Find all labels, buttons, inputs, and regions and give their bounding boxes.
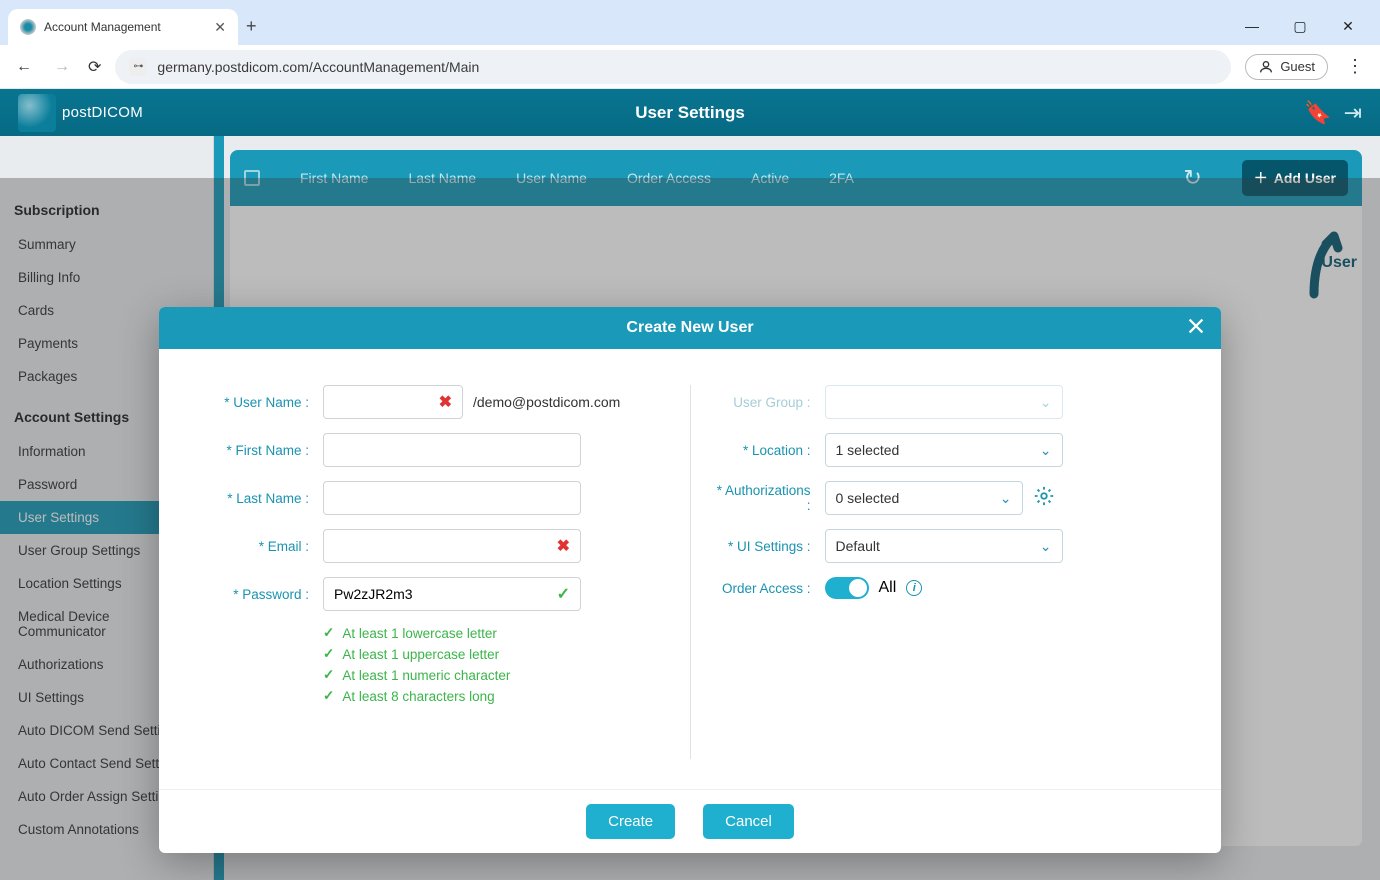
modal-title: Create New User — [626, 319, 753, 337]
pw-rule-uppercase: At least 1 uppercase letter — [323, 646, 670, 662]
modal-right-column: User Group : ⌄ * Location : 1 selected ⌄… — [691, 385, 1192, 759]
forward-button[interactable]: → — [50, 58, 74, 76]
label-first-name: * First Name : — [209, 443, 309, 458]
browser-menu-button[interactable]: ⋮ — [1342, 56, 1368, 77]
last-name-input-wrap — [323, 481, 581, 515]
profile-button[interactable]: Guest — [1245, 54, 1328, 80]
ui-settings-select[interactable]: Default ⌄ — [825, 529, 1063, 563]
close-icon — [1185, 315, 1207, 337]
app-header: postDICOM User Settings 🔖 ⇥ — [0, 89, 1380, 136]
browser-tab-bar: Account Management ✕ + — ▢ ✕ — [0, 0, 1380, 45]
back-button[interactable]: ← — [12, 58, 36, 76]
label-ui-settings: * UI Settings : — [711, 539, 811, 554]
maximize-button[interactable]: ▢ — [1288, 18, 1312, 35]
modal-header: Create New User — [159, 307, 1221, 349]
location-select[interactable]: 1 selected ⌄ — [825, 433, 1063, 467]
pw-rule-lowercase: At least 1 lowercase letter — [323, 625, 670, 641]
close-window-button[interactable]: ✕ — [1336, 18, 1360, 35]
modal-left-column: * User Name : ✖ /demo@postdicom.com * Fi… — [189, 385, 691, 759]
password-input[interactable] — [334, 578, 557, 610]
chevron-down-icon: ⌄ — [1000, 490, 1012, 507]
browser-tab[interactable]: Account Management ✕ — [8, 9, 238, 45]
error-icon: ✖ — [557, 536, 570, 556]
chevron-down-icon: ⌄ — [1040, 394, 1052, 411]
chevron-down-icon: ⌄ — [1040, 442, 1052, 459]
email-input-wrap: ✖ — [323, 529, 581, 563]
new-tab-button[interactable]: + — [246, 16, 257, 45]
brand-text: postDICOM — [62, 104, 143, 121]
person-icon — [1258, 59, 1274, 75]
order-access-toggle[interactable] — [825, 577, 869, 599]
error-icon: ✖ — [439, 392, 452, 412]
label-order-access: Order Access : — [711, 581, 811, 596]
pw-rule-numeric: At least 1 numeric character — [323, 667, 670, 683]
minimize-button[interactable]: — — [1240, 18, 1264, 35]
reload-button[interactable]: ⟳ — [88, 57, 101, 77]
user-group-select[interactable]: ⌄ — [825, 385, 1063, 419]
authorizations-select[interactable]: 0 selected ⌄ — [825, 481, 1023, 515]
authorizations-settings-button[interactable] — [1033, 485, 1055, 512]
check-icon: ✓ — [557, 584, 570, 604]
credits-icon[interactable]: 🔖 — [1304, 100, 1331, 126]
user-name-input-wrap: ✖ — [323, 385, 463, 419]
window-controls: — ▢ ✕ — [1240, 18, 1372, 45]
cancel-button[interactable]: Cancel — [703, 804, 794, 839]
label-authorizations: * Authorizations : — [711, 483, 811, 513]
order-access-value: All — [879, 579, 897, 597]
label-user-name: * User Name : — [209, 395, 309, 410]
user-name-input[interactable] — [334, 386, 439, 418]
user-name-suffix: /demo@postdicom.com — [473, 394, 620, 410]
exit-icon[interactable]: ⇥ — [1344, 100, 1362, 126]
page-title: User Settings — [635, 103, 745, 123]
create-user-modal: Create New User * User Name : ✖ /demo@po… — [159, 307, 1221, 853]
url-text: germany.postdicom.com/AccountManagement/… — [157, 59, 479, 75]
logo-icon — [18, 94, 56, 132]
modal-footer: Create Cancel — [159, 789, 1221, 853]
browser-toolbar: ← → ⟳ ⊶ germany.postdicom.com/AccountMan… — [0, 45, 1380, 89]
label-email: * Email : — [209, 539, 309, 554]
tab-favicon-icon — [20, 19, 36, 35]
pw-rule-length: At least 8 characters long — [323, 688, 670, 704]
info-icon[interactable]: i — [906, 580, 922, 596]
gear-icon — [1033, 485, 1055, 507]
password-input-wrap: ✓ — [323, 577, 581, 611]
tab-title: Account Management — [44, 20, 206, 34]
label-last-name: * Last Name : — [209, 491, 309, 506]
password-rules: At least 1 lowercase letter At least 1 u… — [323, 625, 670, 704]
label-location: * Location : — [711, 443, 811, 458]
last-name-input[interactable] — [334, 482, 570, 514]
create-button[interactable]: Create — [586, 804, 675, 839]
brand-logo[interactable]: postDICOM — [18, 94, 143, 132]
site-info-icon[interactable]: ⊶ — [129, 58, 147, 76]
address-bar[interactable]: ⊶ germany.postdicom.com/AccountManagemen… — [115, 50, 1231, 84]
first-name-input[interactable] — [334, 434, 570, 466]
close-tab-icon[interactable]: ✕ — [214, 19, 226, 36]
label-password: * Password : — [209, 587, 309, 602]
email-input[interactable] — [334, 530, 557, 562]
label-user-group: User Group : — [711, 395, 811, 410]
first-name-input-wrap — [323, 433, 581, 467]
modal-close-button[interactable] — [1185, 315, 1207, 342]
chevron-down-icon: ⌄ — [1040, 538, 1052, 555]
